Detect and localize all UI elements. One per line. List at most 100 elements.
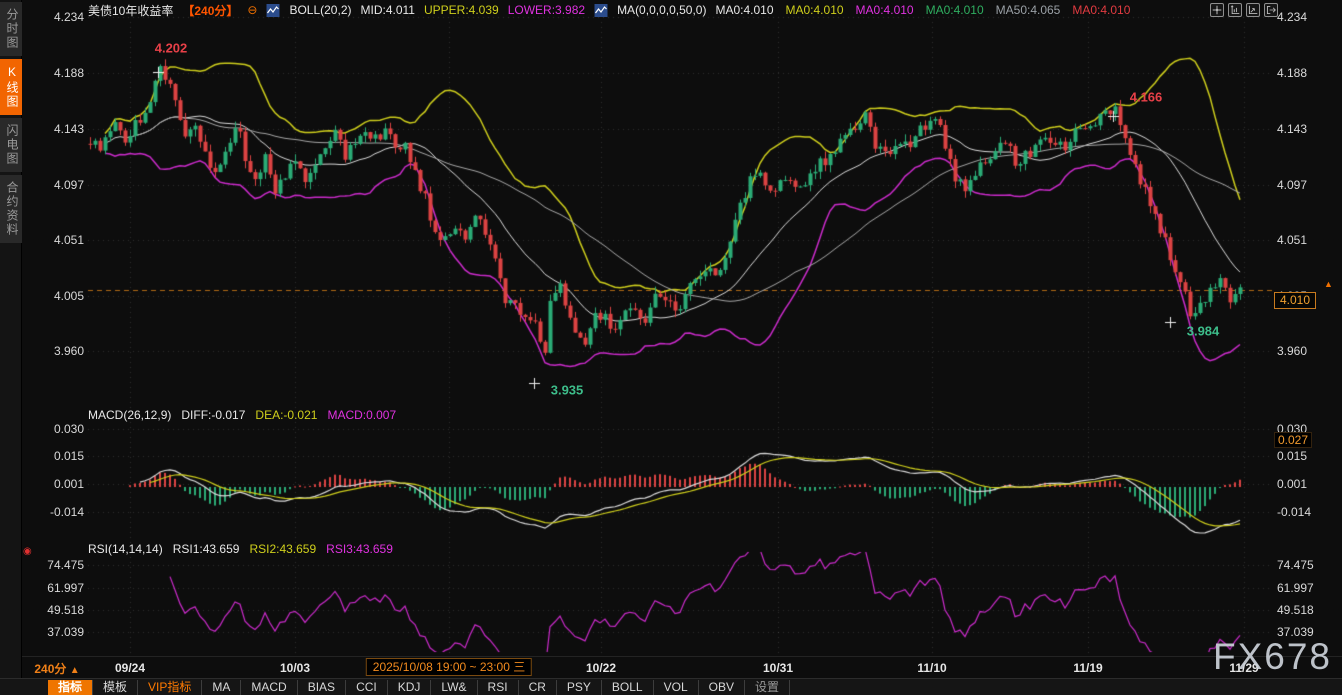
toolbar-item[interactable]: VOL <box>654 680 699 695</box>
boll-lower: LOWER:3.982 <box>508 3 585 17</box>
period-text: 240分 <box>34 662 66 676</box>
ma-value: MA0:4.010 <box>926 3 984 17</box>
toolbar-item[interactable]: CR <box>519 680 557 695</box>
price-tick: 4.188 <box>1277 66 1337 80</box>
rsi-tick: 61.997 <box>28 581 84 595</box>
macd-tick: 0.001 <box>28 477 84 491</box>
scale-x-icon[interactable] <box>1246 3 1260 17</box>
rsi3-value: RSI3:43.659 <box>326 542 393 556</box>
toolbar-item[interactable]: MACD <box>241 680 297 695</box>
toolbar-item[interactable]: OBV <box>699 680 745 695</box>
toolbar-item[interactable]: MA <box>202 680 241 695</box>
price-tick: 4.234 <box>28 10 84 24</box>
price-annotation: 4.202 <box>155 41 188 56</box>
price-tick: 4.143 <box>28 122 84 136</box>
price-tick: 4.097 <box>28 178 84 192</box>
rsi-marker-icon: ◉ <box>23 546 32 557</box>
watermark: FX678 <box>1213 636 1332 678</box>
rsi-label: RSI(14,14,14) <box>88 542 163 556</box>
toolbar-item[interactable]: CCI <box>346 680 388 695</box>
window-icons <box>1210 3 1278 17</box>
rsi-tick: 61.997 <box>1277 581 1337 595</box>
x-axis-row <box>0 656 1342 679</box>
circle-minus-icon[interactable]: ⊖ <box>247 4 257 17</box>
price-annotation: 4.166 <box>1130 90 1163 105</box>
macd-tick: 0.015 <box>1277 449 1337 463</box>
scale-y-icon[interactable] <box>1228 3 1242 17</box>
price-annotation: 3.935 <box>551 383 584 398</box>
toolbar-item[interactable]: PSY <box>557 680 602 695</box>
boll-indicator-icon[interactable] <box>266 4 280 17</box>
price-arrow-icon: ▲ <box>1324 279 1333 289</box>
macd-label: MACD(26,12,9) <box>88 408 171 422</box>
ma-value: MA0:4.010 <box>786 3 844 17</box>
boll-label: BOLL(20,2) <box>289 3 351 17</box>
price-tick: 3.960 <box>28 344 84 358</box>
rsi2-value: RSI2:43.659 <box>249 542 316 556</box>
macd-tick: 0.015 <box>28 449 84 463</box>
macd-diff: DIFF:-0.017 <box>181 408 245 422</box>
rsi-tick: 74.475 <box>28 558 84 572</box>
toolbar-item[interactable]: 指标 <box>48 680 93 695</box>
sidebar-tab[interactable]: 分时图 <box>0 2 22 56</box>
boll-mid: MID:4.011 <box>361 3 415 17</box>
ma-value: MA0:4.010 <box>715 3 773 17</box>
macd-tick: 0.030 <box>28 422 84 436</box>
date-tick: 10/03 <box>280 661 310 675</box>
ma-label: MA(0,0,0,0,50,0) <box>617 3 706 17</box>
rsi-header: RSI(14,14,14) RSI1:43.659 RSI2:43.659 RS… <box>88 542 393 556</box>
period-arrow-icon: ▲ <box>70 665 80 676</box>
ma-value: MA50:4.065 <box>996 3 1061 17</box>
price-tick: 3.960 <box>1277 344 1337 358</box>
toolbar-item[interactable]: 模板 <box>93 680 138 695</box>
date-tick: 11/10 <box>917 661 946 675</box>
rsi-tick: 74.475 <box>1277 558 1337 572</box>
ma-values: MA0:4.010 MA0:4.010 MA0:4.010 MA0:4.010 MA50… <box>715 3 1130 17</box>
toolbar-item[interactable]: 设置 <box>745 680 790 695</box>
current-price-tag: 4.010 <box>1274 292 1316 309</box>
price-tick: 4.005 <box>28 289 84 303</box>
price-tick: 4.188 <box>28 66 84 80</box>
ma-indicator-icon[interactable] <box>594 4 608 17</box>
rsi1-value: RSI1:43.659 <box>173 542 240 556</box>
price-tick: 4.051 <box>28 233 84 247</box>
price-annotation: 3.984 <box>1187 324 1220 339</box>
date-tick: 09/24 <box>115 661 145 675</box>
instrument-title: 美债10年收益率 <box>88 2 173 19</box>
macd-macd: MACD:0.007 <box>327 408 396 422</box>
price-tick: 4.234 <box>1277 10 1337 24</box>
macd-tick: -0.014 <box>1277 505 1337 519</box>
ma-value: MA0:4.010 <box>856 3 914 17</box>
toolbar-item[interactable]: VIP指标 <box>138 680 202 695</box>
macd-dea: DEA:-0.021 <box>255 408 317 422</box>
date-tick: 10/31 <box>763 661 793 675</box>
macd-value-tag: 0.027 <box>1274 432 1312 448</box>
sidebar: 分时图 K线图 闪电图 合约资料 <box>0 0 22 678</box>
period-label: 【240分】 <box>182 2 238 19</box>
price-tick: 4.097 <box>1277 178 1337 192</box>
macd-tick: 0.001 <box>1277 477 1337 491</box>
toolbar-item[interactable]: KDJ <box>388 680 432 695</box>
sidebar-tab[interactable]: 合约资料 <box>0 175 22 243</box>
toolbar-item[interactable]: LW& <box>431 680 477 695</box>
bar-time-tooltip: 2025/10/08 19:00 ~ 23:00 三 <box>366 658 532 676</box>
boll-upper: UPPER:4.039 <box>424 3 499 17</box>
rsi-tick: 49.518 <box>28 603 84 617</box>
indicator-toolbar: 指标模板VIP指标MAMACDBIASCCIKDJLW&RSICRPSYBOLL… <box>0 678 1342 695</box>
exit-icon[interactable] <box>1264 3 1278 17</box>
macd-header: MACD(26,12,9) DIFF:-0.017 DEA:-0.021 MAC… <box>88 408 396 422</box>
date-tick: 10/22 <box>586 661 616 675</box>
toolbar-item[interactable]: BOLL <box>602 680 654 695</box>
period-selector[interactable]: 240分 ▲ <box>20 660 94 680</box>
price-tick: 4.051 <box>1277 233 1337 247</box>
macd-tick: -0.014 <box>28 505 84 519</box>
date-tick: 11/19 <box>1073 661 1102 675</box>
sidebar-tab[interactable]: 闪电图 <box>0 118 22 172</box>
pan-icon[interactable] <box>1210 3 1224 17</box>
toolbar-item[interactable]: BIAS <box>298 680 346 695</box>
price-tick: 4.143 <box>1277 122 1337 136</box>
chart-header: 美债10年收益率 【240分】 ⊖ BOLL(20,2) MID:4.011 U… <box>88 2 1130 18</box>
rsi-tick: 37.039 <box>28 625 84 639</box>
toolbar-item[interactable]: RSI <box>478 680 519 695</box>
sidebar-tab[interactable]: K线图 <box>0 59 22 115</box>
